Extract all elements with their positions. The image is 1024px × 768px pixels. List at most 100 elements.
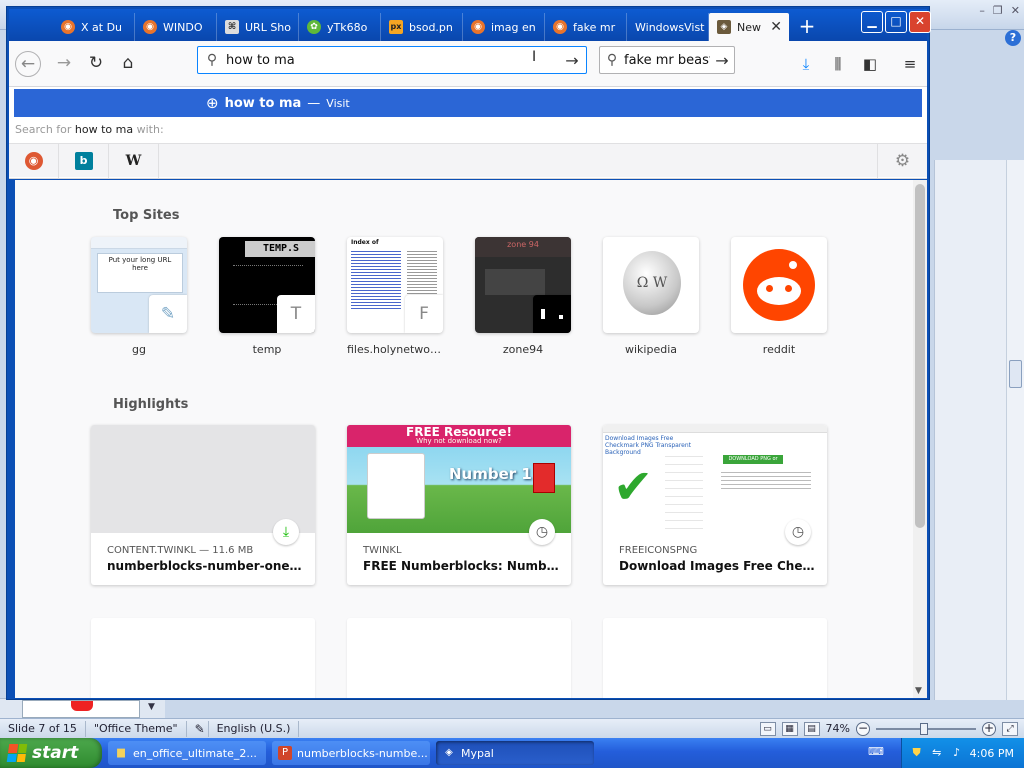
flower-icon: ✿ xyxy=(307,20,321,34)
download-icon[interactable]: ⤓ xyxy=(273,519,299,545)
top-site-temp[interactable]: TEMP.S T temp xyxy=(219,237,315,356)
office-scroll-thumb[interactable] xyxy=(1009,360,1022,388)
search-icon: ⚲ xyxy=(206,52,218,68)
search-input[interactable] xyxy=(624,52,710,68)
clock-icon[interactable]: ◷ xyxy=(529,519,555,545)
minimize-icon[interactable]: – xyxy=(979,4,985,17)
reddit-icon xyxy=(743,249,815,321)
highlight-placeholder xyxy=(347,618,571,698)
keyboard-icon[interactable]: ⌨ xyxy=(868,745,884,759)
zoom-in-icon[interactable]: + xyxy=(982,721,996,736)
highlight-card-3[interactable]: Download Images Free Checkmark PNG Trans… xyxy=(603,425,827,585)
zoom-slider[interactable] xyxy=(876,722,976,736)
tab-8[interactable]: WindowsVist xyxy=(627,13,709,41)
suggestion-separator: — xyxy=(307,95,321,111)
maximize-icon[interactable]: □ xyxy=(885,11,907,33)
highlight-card-2[interactable]: FREE Resource! Why not download now? Num… xyxy=(347,425,571,585)
engine-duckduckgo[interactable]: ◉ xyxy=(9,143,59,178)
search-go-arrow-icon[interactable]: → xyxy=(710,51,734,70)
engine-bing[interactable]: b xyxy=(59,143,109,178)
tab-5[interactable]: px bsod.pn xyxy=(381,13,463,41)
top-site-thumbnail[interactable]: Put your long URL here ✎ xyxy=(91,237,187,333)
start-button[interactable]: start xyxy=(0,738,102,768)
search-for-label: Search for how to ma with: xyxy=(15,123,164,136)
slide-sorter-icon[interactable]: ▦ xyxy=(781,721,798,736)
tab-1[interactable]: ◉ X at Du xyxy=(53,13,135,41)
raccoon-icon: ◈ xyxy=(445,747,453,758)
engine-wikipedia[interactable]: W xyxy=(109,143,159,178)
minimize-icon[interactable]: ▁ xyxy=(861,11,883,33)
search-icon: ⚲ xyxy=(606,52,618,68)
zoom-level[interactable]: 74% xyxy=(826,722,850,735)
globe-icon: ⊕ xyxy=(206,94,219,112)
clock-icon[interactable]: ◷ xyxy=(785,519,811,545)
page-scrollbar[interactable]: ▼ xyxy=(913,180,927,698)
wikipedia-icon: W xyxy=(125,152,142,169)
downloads-icon[interactable]: ⤓ xyxy=(795,53,817,75)
autocomplete-suggestion[interactable]: ⊕ how to ma — Visit xyxy=(14,89,922,117)
top-site-thumbnail[interactable]: Index of F xyxy=(347,237,443,333)
taskbar-item-mypal[interactable]: ◈ Mypal xyxy=(436,741,594,765)
slide-thumbnail-strip[interactable]: ▼ xyxy=(0,698,165,718)
fit-window-icon[interactable]: ⤢ xyxy=(1002,721,1018,736)
powerpoint-icon: P xyxy=(278,746,292,760)
help-icon[interactable]: ? xyxy=(1005,30,1021,46)
close-window-icon[interactable]: ✕ xyxy=(909,11,931,33)
top-site-gg[interactable]: Put your long URL here ✎ gg xyxy=(91,237,187,356)
tab-4[interactable]: ✿ yTk68o xyxy=(299,13,381,41)
tab-new-active[interactable]: ◈ New ✕ xyxy=(709,13,789,41)
url-input[interactable] xyxy=(226,52,558,68)
gear-icon[interactable]: ⚙ xyxy=(877,143,927,178)
highlight-title: Download Images Free Checkma... xyxy=(619,559,815,573)
top-site-zone94[interactable]: zone 94 zone94 xyxy=(475,237,571,356)
zoom-slider-knob[interactable] xyxy=(920,722,928,735)
close-icon[interactable]: ✕ xyxy=(1011,4,1020,17)
chevron-down-icon[interactable]: ▼ xyxy=(148,702,155,712)
slideshow-icon[interactable]: ▤ xyxy=(803,721,820,736)
office-status-bar: Slide 7 of 15 "Office Theme" ✎ English (… xyxy=(0,718,1024,738)
search-bar[interactable]: ⚲ → xyxy=(599,46,735,74)
top-site-reddit[interactable]: reddit xyxy=(731,237,827,356)
highlight-card-1[interactable]: ⤓ CONTENT.TWINKL — 11.6 MB numberblocks-… xyxy=(91,425,315,585)
forward-button[interactable]: → xyxy=(51,51,77,77)
network-icon[interactable]: ⇋ xyxy=(930,746,944,760)
reload-button[interactable]: ↻ xyxy=(83,51,109,77)
page-scroll-thumb[interactable] xyxy=(915,184,925,528)
tab-3[interactable]: ⌘ URL Sho xyxy=(217,13,299,41)
home-button[interactable]: ⌂ xyxy=(115,51,141,77)
top-site-thumbnail[interactable] xyxy=(731,237,827,333)
go-arrow-icon[interactable]: → xyxy=(558,51,586,70)
back-button[interactable]: ← xyxy=(15,51,41,77)
tab-2[interactable]: ◉ WINDO xyxy=(135,13,217,41)
language-indicator[interactable]: English (U.S.) xyxy=(209,720,300,737)
top-site-thumbnail[interactable]: zone 94 xyxy=(475,237,571,333)
office-window-controls[interactable]: – ❐ ✕ xyxy=(979,4,1020,17)
taskbar-item-powerpoint[interactable]: Pnumberblocks-numbe... xyxy=(272,741,430,765)
theme-name: "Office Theme" xyxy=(86,720,187,737)
normal-view-icon[interactable]: ▭ xyxy=(759,721,776,736)
slide-thumbnail[interactable] xyxy=(22,700,140,718)
menu-icon[interactable]: ≡ xyxy=(899,53,921,75)
close-tab-icon[interactable]: ✕ xyxy=(770,19,782,35)
url-bar[interactable]: ⚲ → xyxy=(197,46,587,74)
sidebar-icon[interactable]: ◧ xyxy=(859,53,881,75)
clock[interactable]: 4:06 PM xyxy=(970,747,1014,760)
top-site-thumbnail[interactable]: Ω W xyxy=(603,237,699,333)
top-site-thumbnail[interactable]: TEMP.S T xyxy=(219,237,315,333)
top-site-wikipedia[interactable]: Ω W wikipedia xyxy=(603,237,699,356)
security-shield-icon[interactable]: ⛊ xyxy=(910,746,924,760)
highlight-placeholder xyxy=(91,618,315,698)
tab-6[interactable]: ◉ imag en xyxy=(463,13,545,41)
taskbar-item-explorer[interactable]: ▆ en_office_ultimate_2... xyxy=(108,741,266,765)
restore-icon[interactable]: ❐ xyxy=(993,4,1003,17)
office-scrollbar[interactable] xyxy=(1006,160,1024,700)
top-site-files-holynetwork[interactable]: Index of F files.holynetwork... xyxy=(347,237,443,356)
new-tab-button[interactable]: + xyxy=(795,15,819,39)
tab-7[interactable]: ◉ fake mr xyxy=(545,13,627,41)
zoom-out-icon[interactable]: − xyxy=(856,721,870,736)
highlight-preview: Download Images Free Checkmark PNG Trans… xyxy=(603,425,827,533)
library-icon[interactable]: ⫼ xyxy=(827,53,849,75)
spellcheck-icon[interactable]: ✎ xyxy=(187,720,209,737)
chevron-down-icon[interactable]: ▼ xyxy=(915,686,922,696)
volume-icon[interactable]: ♪ xyxy=(950,746,964,760)
